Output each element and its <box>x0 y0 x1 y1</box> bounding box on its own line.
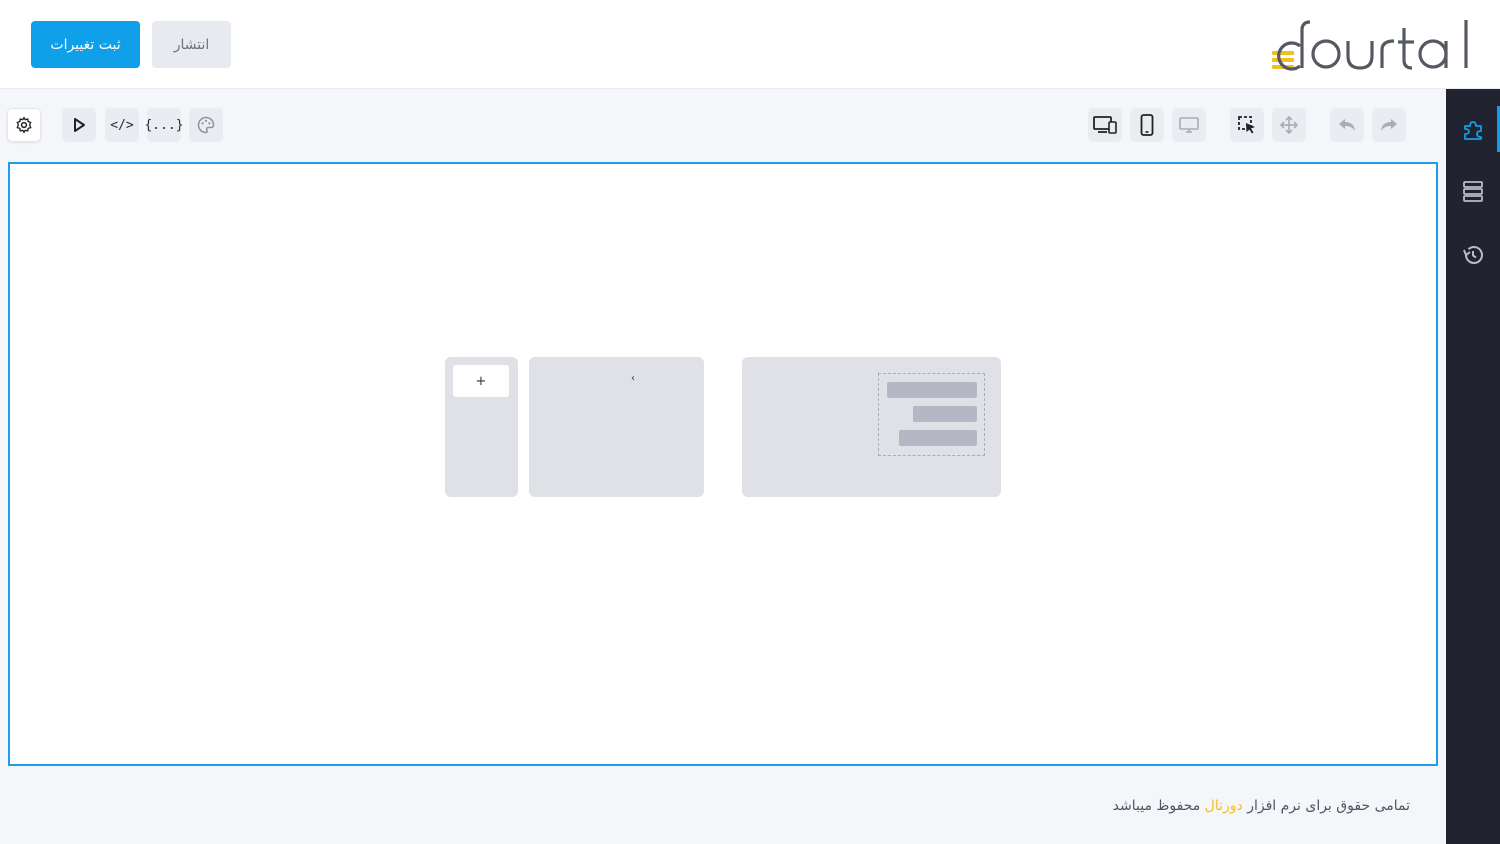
drag-handle[interactable]: + <box>453 365 509 397</box>
placeholder-line <box>899 430 977 446</box>
style-icon <box>197 116 215 134</box>
save-changes-button[interactable]: ثبت تغییرات <box>31 21 140 68</box>
move-icon <box>1279 115 1299 135</box>
placeholder-block-narrow: + <box>445 357 518 497</box>
mobile-icon <box>1140 114 1154 136</box>
placeholder-line <box>913 406 977 422</box>
undo-button[interactable] <box>1330 108 1364 142</box>
placeholder-block-wide <box>742 357 1001 497</box>
right-sidebar <box>1446 89 1500 844</box>
selection-box <box>878 373 985 456</box>
move-handle-icon: + <box>475 373 487 389</box>
move-tool-button[interactable] <box>1272 108 1306 142</box>
json-button[interactable]: {...} <box>144 108 184 142</box>
layers-icon <box>1463 181 1483 202</box>
dourtal-logo <box>1270 16 1474 74</box>
responsive-view-button[interactable] <box>1088 108 1122 142</box>
sidebar-item-blocks[interactable] <box>1446 103 1500 157</box>
copyright-footer: تمامی حقوق برای نرم افزار دورتال محفوظ م… <box>1113 798 1410 814</box>
undo-icon <box>1339 119 1355 131</box>
settings-button[interactable] <box>7 108 41 142</box>
style-button[interactable] <box>189 108 223 142</box>
mobile-view-button[interactable] <box>1130 108 1164 142</box>
placeholder-block-middle: ‹ <box>529 357 704 497</box>
top-header: ثبت تغییرات انتشار <box>0 0 1500 89</box>
history-icon <box>1463 246 1483 264</box>
footer-prefix: تمامی حقوق برای نرم افزار <box>1242 798 1410 814</box>
redo-icon <box>1381 119 1397 131</box>
code-icon: </> <box>110 117 134 133</box>
preview-button[interactable] <box>62 108 96 142</box>
desktop-view-button[interactable] <box>1172 108 1206 142</box>
redo-button[interactable] <box>1372 108 1406 142</box>
footer-brand-link[interactable]: دورتال <box>1205 798 1243 814</box>
desktop-icon <box>1179 117 1199 133</box>
code-button[interactable]: </> <box>105 108 139 142</box>
blocks-icon <box>1464 121 1482 140</box>
responsive-icon <box>1093 116 1117 134</box>
footer-suffix: محفوظ میباشد <box>1112 798 1205 814</box>
sidebar-item-layers[interactable] <box>1446 164 1500 218</box>
cursor-mark: ‹ <box>631 373 635 384</box>
settings-icon <box>16 116 32 134</box>
select-icon <box>1238 116 1255 134</box>
editor-canvas[interactable]: + ‹ <box>8 162 1438 766</box>
json-icon: {...} <box>144 117 184 133</box>
publish-button[interactable]: انتشار <box>152 21 231 68</box>
placeholder-line <box>887 382 977 398</box>
sidebar-item-history[interactable] <box>1446 228 1500 282</box>
select-tool-button[interactable] <box>1230 108 1264 142</box>
play-icon <box>74 118 85 132</box>
